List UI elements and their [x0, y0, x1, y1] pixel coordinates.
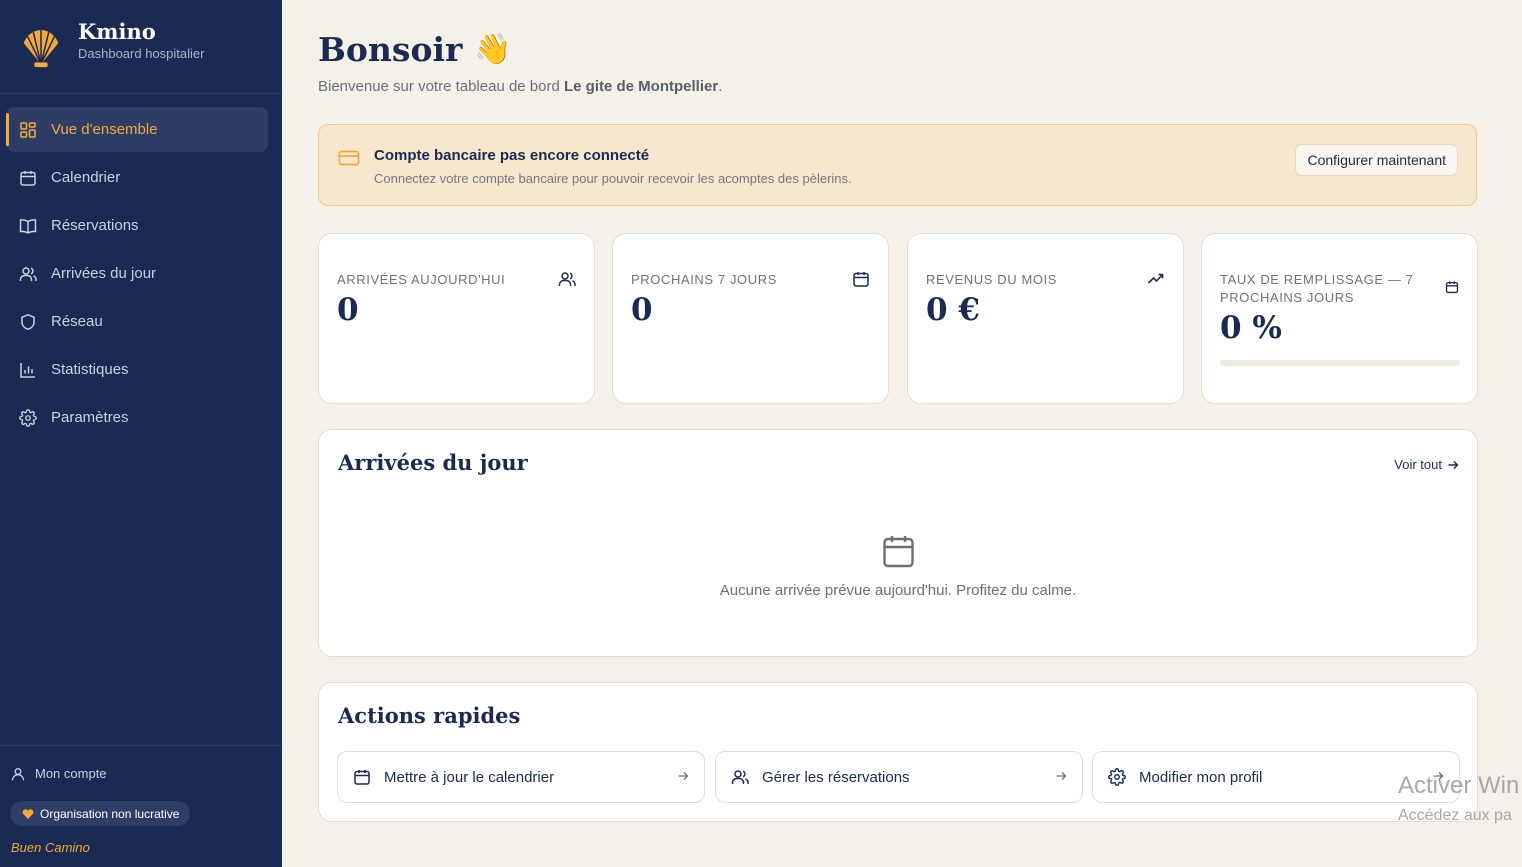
page-title: Bonsoir 👋: [318, 30, 512, 69]
sidebar-item-network[interactable]: Réseau: [6, 299, 268, 344]
sidebar-item-label: Paramètres: [51, 409, 129, 426]
see-all-label: Voir tout: [1394, 457, 1442, 472]
stat-card-occupancy-rate: TAUX DE REMPLISSAGE — 7 PROCHAINS JOURS …: [1201, 233, 1478, 404]
stat-value: 0: [631, 292, 653, 328]
shell-logo-icon: [23, 29, 59, 67]
sidebar-item-calendar[interactable]: Calendrier: [6, 155, 268, 200]
account-label: Mon compte: [35, 766, 107, 781]
update-calendar-button[interactable]: Mettre à jour le calendrier: [337, 751, 705, 803]
stat-value: 0: [337, 292, 359, 328]
stat-label: ARRIVÉES AUJOURD'HUI: [337, 272, 506, 287]
users-icon: [558, 272, 576, 286]
main-content: Bonsoir 👋 Bienvenue sur votre tableau de…: [282, 0, 1522, 867]
heart-icon: [22, 808, 34, 819]
credit-card-icon: [338, 150, 360, 166]
users-icon: [19, 265, 37, 283]
sidebar-item-label: Calendrier: [51, 169, 121, 186]
welcome-suffix: .: [718, 78, 723, 95]
sidebar-nav: Vue d'ensemble Calendrier Réservations A…: [0, 94, 282, 440]
brand-name: Kmino: [78, 19, 156, 44]
occupancy-progress-bar: [1220, 360, 1460, 366]
empty-state-text: Aucune arrivée prévue aujourd'hui. Profi…: [719, 582, 1077, 599]
stat-label: TAUX DE REMPLISSAGE — 7 PROCHAINS JOURS: [1220, 272, 1414, 305]
stat-label: REVENUS DU MOIS: [926, 272, 1058, 287]
footer-tagline: Buen Camino: [11, 840, 90, 855]
see-all-link[interactable]: Voir tout: [1394, 457, 1459, 472]
trending-up-icon: [1147, 273, 1164, 284]
sidebar-item-overview[interactable]: Vue d'ensemble: [6, 107, 268, 152]
alert-title: Compte bancaire pas encore connecté: [374, 147, 650, 164]
calendar-icon: [353, 768, 371, 786]
stat-card-arrivals-today: ARRIVÉES AUJOURD'HUI 0: [318, 233, 595, 404]
quick-action-label: Gérer les réservations: [762, 768, 910, 786]
arrow-right-icon: [1056, 772, 1067, 780]
gear-icon: [1108, 768, 1126, 786]
sidebar: Kmino Dashboard hospitalier Vue d'ensemb…: [0, 0, 282, 867]
quick-actions-title: Actions rapides: [338, 703, 521, 728]
gear-icon: [19, 408, 37, 427]
brand[interactable]: Kmino Dashboard hospitalier: [0, 0, 282, 94]
quick-action-label: Mettre à jour le calendrier: [384, 768, 555, 786]
greeting-text: Bonsoir: [318, 30, 463, 69]
sidebar-item-label: Réseau: [51, 313, 103, 330]
quick-action-label: Modifier mon profil: [1139, 768, 1263, 786]
welcome-prefix: Bienvenue sur votre tableau de bord: [318, 78, 564, 95]
sidebar-item-label: Arrivées du jour: [51, 265, 157, 282]
users-icon: [731, 768, 749, 786]
sidebar-item-label: Vue d'ensemble: [51, 121, 158, 138]
os-activation-watermark: Activer Win: [1398, 772, 1520, 799]
quick-actions-panel: Actions rapides Mettre à jour le calendr…: [318, 682, 1478, 822]
user-icon: [11, 767, 25, 780]
place-name: Le gite de Montpellier: [564, 78, 719, 95]
org-badge: Organisation non lucrative: [10, 801, 191, 826]
calendar-icon: [1445, 281, 1459, 294]
brand-subtitle: Dashboard hospitalier: [78, 46, 205, 61]
sidebar-footer: Mon compte Organisation non lucrative Bu…: [0, 745, 282, 867]
arrivals-title: Arrivées du jour: [338, 450, 528, 475]
stat-value: 0 %: [1220, 310, 1282, 346]
stat-label: PROCHAINS 7 JOURS: [631, 272, 778, 287]
grid-icon: [19, 121, 37, 139]
stats-row: ARRIVÉES AUJOURD'HUI 0 PROCHAINS 7 JOURS…: [318, 233, 1478, 404]
configure-now-button[interactable]: Configurer maintenant: [1295, 144, 1458, 176]
manage-reservations-button[interactable]: Gérer les réservations: [715, 751, 1083, 803]
sidebar-item-settings[interactable]: Paramètres: [6, 395, 268, 440]
calendar-icon: [853, 272, 869, 287]
book-icon: [19, 217, 37, 235]
bank-account-alert: Compte bancaire pas encore connecté Conn…: [318, 124, 1477, 206]
sidebar-item-label: Statistiques: [51, 361, 129, 378]
bar-chart-icon: [19, 361, 37, 379]
stat-card-next-7-days: PROCHAINS 7 JOURS 0: [612, 233, 889, 404]
sidebar-item-statistics[interactable]: Statistiques: [6, 347, 268, 392]
account-link[interactable]: Mon compte: [11, 766, 107, 781]
os-activation-watermark-sub: Accédez aux pa: [1398, 807, 1512, 824]
arrow-right-icon: [678, 772, 689, 780]
sidebar-item-arrivals[interactable]: Arrivées du jour: [6, 251, 268, 296]
alert-text: Connectez votre compte bancaire pour pou…: [374, 171, 852, 186]
stat-value: 0 €: [926, 292, 980, 328]
calendar-icon: [19, 169, 37, 187]
calendar-icon: [883, 536, 914, 568]
arrow-right-icon: [1448, 460, 1459, 469]
welcome-text: Bienvenue sur votre tableau de bord Le g…: [318, 78, 722, 95]
sidebar-item-label: Réservations: [51, 217, 139, 234]
stat-card-monthly-revenue: REVENUS DU MOIS 0 €: [907, 233, 1184, 404]
shield-icon: [19, 313, 37, 331]
sidebar-item-reservations[interactable]: Réservations: [6, 203, 268, 248]
arrivals-panel: Arrivées du jour Voir tout Aucune arrivé…: [318, 429, 1478, 657]
waving-hand-emoji: 👋: [474, 32, 512, 67]
org-badge-label: Organisation non lucrative: [40, 806, 180, 821]
